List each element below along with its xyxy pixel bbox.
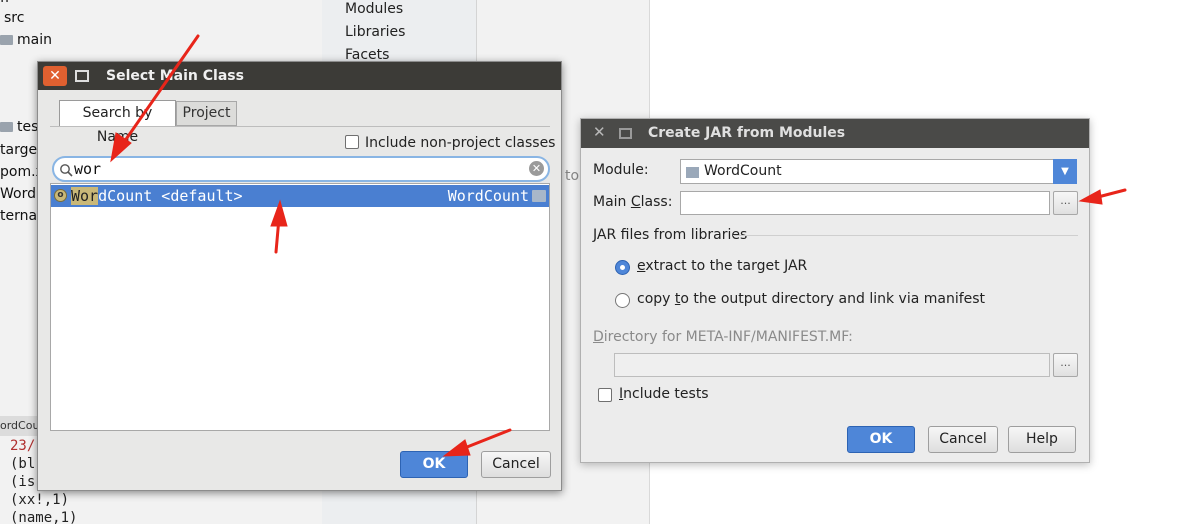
folder-icon — [0, 35, 13, 45]
dialog-titlebar: ✕ Create JAR from Modules — [581, 119, 1089, 148]
section-divider — [733, 235, 1078, 236]
tree-item-wordcount[interactable]: Word — [0, 184, 36, 204]
module-value: WordCount — [704, 163, 782, 179]
label-part: lass: — [640, 194, 673, 210]
label-part: Main — [593, 194, 631, 210]
tree-item-label: main — [17, 32, 52, 48]
run-tab-label: ordCou — [0, 419, 38, 432]
label-part: copy — [637, 291, 675, 307]
tree-item-label: tes — [17, 119, 39, 135]
tree-item-src[interactable]: src — [4, 8, 24, 28]
tree-item-partial[interactable]: ſſ — [0, 0, 10, 8]
label-mnemonic: C — [630, 194, 641, 210]
tab-search-by-name[interactable]: Search by Name — [59, 100, 176, 145]
cancel-button[interactable]: Cancel — [481, 451, 551, 478]
module-select[interactable]: WordCount ▼ — [680, 159, 1077, 184]
select-main-class-dialog: ✕ Select Main Class Search by Name Proje… — [37, 61, 562, 491]
manifest-dir-browse-button[interactable]: ... — [1053, 353, 1078, 377]
label-part: o the output directory and link via mani… — [680, 291, 986, 307]
tree-item-label: targe — [0, 142, 38, 158]
tree-item-external[interactable]: ternal — [0, 206, 41, 226]
class-results-list[interactable]: o WordCount <default> WordCount — [50, 183, 550, 431]
label-part: irectory for META-INF/MANIFEST.MF: — [603, 329, 853, 345]
radio-extract[interactable] — [615, 260, 630, 275]
ok-button[interactable]: OK — [400, 451, 468, 478]
maximize-icon[interactable] — [75, 70, 89, 82]
dialog-title: Select Main Class — [106, 68, 244, 84]
module-label: Module: — [593, 162, 649, 178]
module-folder-icon — [532, 190, 546, 202]
list-item[interactable]: o WordCount <default> WordCount — [51, 185, 549, 207]
radio-extract-label[interactable]: extract to the target JAR — [637, 258, 807, 274]
console-line: (bl — [10, 456, 36, 472]
close-icon[interactable]: ✕ — [43, 66, 67, 86]
jar-ok-button[interactable]: OK — [847, 426, 915, 453]
manifest-dir-input[interactable] — [614, 353, 1050, 377]
jar-cancel-button[interactable]: Cancel — [928, 426, 998, 453]
folder-icon — [0, 122, 13, 132]
tree-item-label: ternal — [0, 208, 41, 224]
structure-item-libraries[interactable]: Libraries — [345, 24, 405, 40]
label-part: xtract to the target JAR — [645, 258, 808, 274]
search-match-highlight: Wor — [71, 187, 99, 205]
jar-section-label: JAR files from libraries — [593, 227, 748, 243]
arrow-shaft — [1096, 188, 1127, 199]
tree-item-label: src — [4, 10, 25, 26]
create-jar-dialog: ✕ Create JAR from Modules Module: WordCo… — [580, 118, 1090, 463]
tree-item-main[interactable]: main — [0, 30, 52, 50]
result-class-rest: dCount <default> — [98, 187, 243, 205]
dialog-title: Create JAR from Modules — [648, 125, 846, 141]
include-non-project-label: Include non-project classes — [365, 135, 556, 151]
console-line: 23/ — [10, 438, 36, 454]
include-tests-label[interactable]: Include tests — [619, 386, 709, 402]
manifest-dir-label: Directory for META-INF/MANIFEST.MF: — [593, 329, 853, 345]
include-non-project-checkbox[interactable] — [345, 135, 359, 149]
chevron-down-icon[interactable]: ▼ — [1053, 159, 1077, 184]
console-line: (is — [10, 474, 36, 490]
search-input[interactable]: wor ✕ — [52, 156, 550, 182]
radio-copy[interactable] — [615, 293, 630, 308]
tab-project[interactable]: Project — [176, 101, 237, 126]
main-class-input[interactable] — [680, 191, 1050, 215]
console-line: (name,1) — [10, 510, 78, 524]
result-module-name: WordCount — [447, 187, 529, 205]
tree-item-label: Word — [0, 186, 36, 202]
radio-copy-label[interactable]: copy to the output directory and link vi… — [637, 291, 985, 307]
dialog-titlebar: ✕ Select Main Class — [38, 62, 561, 90]
label-mnemonic: D — [593, 329, 604, 345]
result-class-name: WordCount <default> — [71, 187, 243, 205]
main-class-label: Main Class: — [593, 194, 672, 210]
search-value: wor — [74, 160, 102, 178]
jar-help-button[interactable]: Help — [1008, 426, 1076, 453]
include-non-project-row[interactable]: Include non-project classes — [345, 135, 555, 151]
clear-icon[interactable]: ✕ — [529, 161, 544, 176]
tab-divider — [50, 126, 550, 127]
module-folder-icon — [686, 167, 699, 178]
background-text: to — [565, 168, 580, 184]
run-tab[interactable]: ordCou — [0, 416, 38, 436]
label-part: nclude tests — [623, 386, 709, 402]
main-class-browse-button[interactable]: ... — [1053, 191, 1078, 215]
class-icon: o — [54, 189, 67, 202]
tree-item-target[interactable]: targe — [0, 140, 37, 160]
console-line: (xx!,1) — [10, 492, 70, 508]
tree-item-test[interactable]: tes — [0, 117, 38, 137]
structure-item-modules[interactable]: Modules — [345, 1, 403, 17]
search-icon — [60, 164, 73, 177]
maximize-icon[interactable] — [619, 128, 632, 139]
include-tests-checkbox[interactable] — [598, 388, 612, 402]
close-icon[interactable]: ✕ — [593, 123, 606, 141]
